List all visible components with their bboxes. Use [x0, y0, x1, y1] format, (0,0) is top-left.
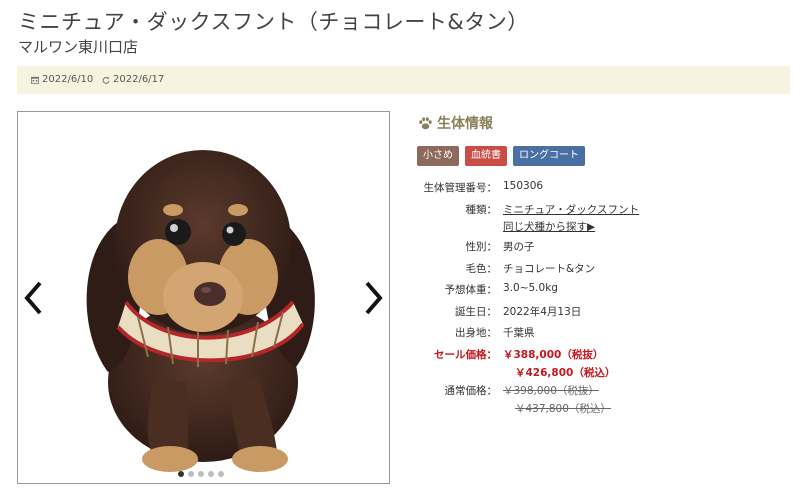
calendar-icon	[31, 76, 39, 84]
badge-pedigree: 血統書	[465, 146, 507, 166]
dog-photo	[86, 150, 315, 472]
sale-price-label: セール価格：	[434, 349, 497, 361]
sex-value: 男の子	[503, 241, 535, 253]
badge-small: 小さめ	[417, 146, 459, 166]
next-arrow-icon[interactable]	[361, 280, 385, 316]
sex-label: 性別：	[465, 241, 498, 253]
origin-value: 千葉県	[503, 327, 535, 339]
weight-label: 予想体重：	[444, 284, 498, 296]
row-breed: 種類： ミニチュア・ダックスフント 同じ犬種から探す▶	[398, 202, 798, 234]
regular-price-excl-tax: ￥398,000（税抜）	[503, 385, 599, 397]
refresh-icon	[102, 76, 110, 84]
date-bar: 2022/6/10 2022/6/17	[17, 66, 790, 94]
breed-link[interactable]: ミニチュア・ダックスフント	[503, 202, 639, 217]
row-sex: 性別： 男の子	[398, 239, 798, 254]
breed-label: 種類：	[465, 204, 498, 216]
regular-price-incl-tax: ￥437,800（税込）	[515, 403, 611, 415]
color-label: 毛色：	[465, 263, 498, 275]
created-date-text: 2022/6/10	[42, 74, 94, 85]
page-title: ミニチュア・ダックスフント（チョコレート&タン）	[18, 10, 529, 34]
same-breed-link[interactable]: 同じ犬種から探す▶	[503, 219, 639, 234]
row-origin: 出身地： 千葉県	[398, 325, 798, 340]
regular-price-label: 通常価格：	[444, 385, 498, 397]
birthday-label: 誕生日：	[455, 306, 497, 318]
sale-price-incl-tax: ￥426,800（税込）	[515, 367, 616, 379]
badge-list: 小さめ 血統書 ロングコート	[417, 146, 585, 166]
weight-value: 3.0~5.0kg	[503, 282, 558, 294]
id-label: 生体管理番号：	[423, 182, 498, 194]
badge-long-coat: ロングコート	[513, 146, 585, 166]
color-value: チョコレート&タン	[503, 263, 596, 275]
slide-dot[interactable]	[188, 471, 194, 477]
row-weight: 予想体重： 3.0~5.0kg	[398, 282, 798, 297]
updated-date-text: 2022/6/17	[113, 74, 165, 85]
slide-dot[interactable]	[198, 471, 204, 477]
shop-name: マルワン東川口店	[18, 38, 139, 56]
info-heading: 生体情報	[418, 113, 493, 133]
info-heading-text: 生体情報	[437, 116, 493, 132]
row-id: 生体管理番号： 150306	[398, 180, 798, 195]
id-value: 150306	[503, 180, 544, 192]
origin-label: 出身地：	[455, 327, 497, 339]
photo-gallery	[17, 111, 390, 484]
row-birthday: 誕生日： 2022年4月13日	[398, 304, 798, 319]
updated-date: 2022/6/17	[102, 74, 164, 85]
sale-price-excl-tax: ￥388,000（税抜）	[503, 349, 604, 361]
row-sale-price: セール価格： ￥388,000（税抜） ￥426,800（税込）	[398, 347, 798, 380]
row-color: 毛色： チョコレート&タン	[398, 261, 798, 276]
birthday-value: 2022年4月13日	[503, 306, 582, 318]
slide-dot[interactable]	[178, 471, 184, 477]
slide-dot[interactable]	[218, 471, 224, 477]
slide-indicators	[178, 471, 224, 477]
row-regular-price: 通常価格： ￥398,000（税抜） ￥437,800（税込）	[398, 383, 798, 416]
slide-dot[interactable]	[208, 471, 214, 477]
previous-arrow-icon[interactable]	[22, 280, 46, 316]
paw-icon	[419, 116, 432, 129]
created-date: 2022/6/10	[31, 74, 93, 85]
